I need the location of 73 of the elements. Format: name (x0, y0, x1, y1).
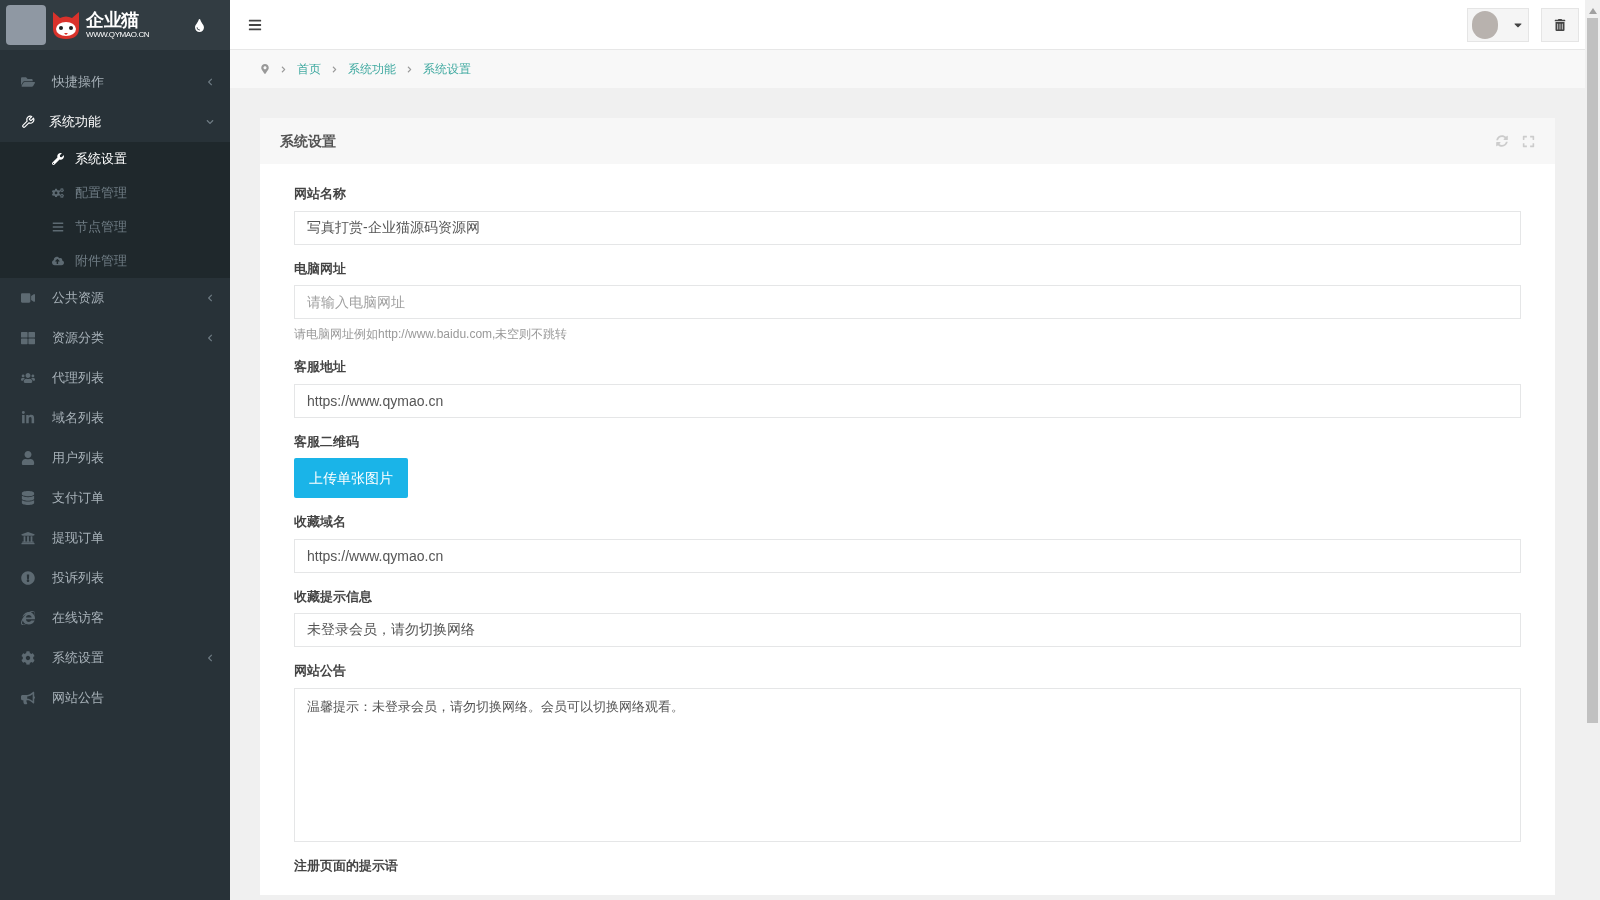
field-label: 收藏提示信息 (294, 587, 373, 606)
user-icon (21, 451, 35, 465)
sidebar-item[interactable]: 支付订单 (0, 478, 230, 518)
video-camera-icon (21, 291, 35, 305)
menu-icon[interactable] (248, 17, 262, 32)
field-label: 网站公告 (294, 662, 347, 680)
users-icon (21, 371, 35, 385)
sidebar-item[interactable]: 投诉列表 (0, 558, 230, 598)
sidebar-item[interactable]: 代理列表 (0, 358, 230, 398)
input-field[interactable]: 写真打赏-企业猫源码资源网 (294, 210, 1521, 245)
gears-icon (52, 187, 64, 199)
fullscreen-icon[interactable] (1522, 134, 1535, 148)
wrench-icon (52, 153, 64, 165)
sidebar-item[interactable]: 系统设置 (0, 638, 230, 678)
field-label: 电脑网址 (294, 259, 347, 278)
sidebar-item[interactable]: 用户列表 (0, 438, 230, 478)
photo-placeholder (6, 5, 46, 45)
submenu-item[interactable]: 系统设置 (0, 142, 230, 176)
chevron-down-icon (206, 118, 214, 126)
chevron-right-icon (331, 65, 338, 73)
field-label: 客服二维码 (294, 432, 360, 451)
clear-button[interactable] (1541, 7, 1579, 42)
cloud-upload-icon (52, 255, 64, 267)
sidebar-item[interactable]: 资源分类 (0, 318, 230, 358)
exclamation-icon (21, 571, 35, 585)
chevron-left-icon (206, 334, 214, 342)
scrollbar-thumb[interactable] (1587, 18, 1598, 723)
input-field[interactable]: 请输入电脑网址 (294, 285, 1521, 319)
trash-icon (1554, 18, 1566, 31)
sidebar-item[interactable]: 提现订单 (0, 518, 230, 558)
submenu-item[interactable]: 节点管理 (0, 210, 230, 244)
e-icon (21, 611, 35, 625)
database-icon (21, 491, 35, 505)
textarea-field[interactable]: 温馨提示：未登录会员，请勿切换网络。会员可以切换网络观看。 (294, 687, 1521, 842)
list-icon (52, 221, 64, 233)
field-label: 客服地址 (294, 358, 347, 376)
location-icon (260, 64, 270, 74)
cat-logo-icon (50, 10, 82, 40)
sidebar-item[interactable]: 域名列表 (0, 398, 230, 438)
in-icon (21, 411, 35, 425)
chevron-left-icon (206, 78, 214, 86)
avatar-dropdown[interactable] (1467, 7, 1529, 42)
input-field[interactable]: https://www.qymao.cn (294, 538, 1521, 573)
brand-url: WWW.QYMAO.CN (86, 31, 150, 39)
sidebar-item[interactable]: 快捷操作 (0, 62, 230, 102)
folder-icon (21, 75, 35, 89)
scroll-up-icon[interactable] (1588, 8, 1597, 14)
megaphone-icon (21, 691, 35, 705)
avatar-placeholder (1472, 10, 1498, 39)
refresh-icon[interactable] (1496, 135, 1508, 147)
submenu-item[interactable]: 配置管理 (0, 176, 230, 210)
field-label: 收藏域名 (294, 513, 347, 531)
brand-name: 企业猫 (86, 11, 140, 29)
gear-icon (21, 651, 35, 665)
submenu-item[interactable]: 附件管理 (0, 244, 230, 278)
wrench-icon (21, 115, 35, 129)
help-text: 请电脑网址例如http://www.baidu.com,未空则不跳转 (294, 326, 569, 343)
chevron-right-icon (406, 65, 413, 73)
grid-icon (21, 331, 35, 345)
chevron-right-icon (280, 65, 287, 73)
droplet-icon[interactable] (193, 18, 206, 32)
input-field[interactable]: https://www.qymao.cn (294, 383, 1521, 418)
sidebar-item[interactable]: 公共资源 (0, 278, 230, 318)
card-title: 系统设置 (280, 131, 336, 151)
bank-icon (21, 531, 35, 545)
sidebar-item[interactable]: 系统功能 (0, 102, 230, 142)
chevron-left-icon (206, 294, 214, 302)
field-label: 注册页面的提示语 (294, 856, 399, 875)
input-field[interactable]: 未登录会员，请勿切换网络 (294, 613, 1521, 647)
sidebar-item[interactable]: 在线访客 (0, 598, 230, 638)
sidebar-item[interactable]: 网站公告 (0, 678, 230, 718)
chevron-left-icon (206, 654, 214, 662)
field-label: 网站名称 (294, 185, 347, 203)
